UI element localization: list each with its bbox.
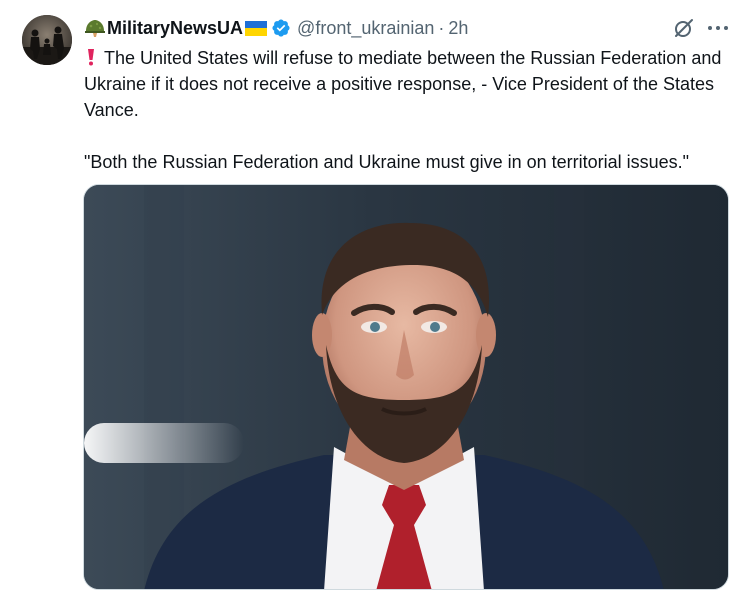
author-handle[interactable]: @front_ukrainian [297, 18, 434, 39]
soldiers-silhouette-avatar [22, 15, 72, 65]
tweet-text: The United States will refuse to mediate… [84, 45, 734, 175]
tweet-header: MilitaryNewsUA @front_ukrainian · 2h [84, 16, 724, 40]
author-avatar[interactable] [22, 15, 72, 65]
verified-badge-icon [272, 19, 290, 37]
more-dots-icon [708, 26, 728, 30]
grok-icon [675, 19, 693, 37]
tweet-photo[interactable] [83, 184, 729, 590]
author-display-name[interactable]: MilitaryNewsUA [107, 18, 243, 39]
ukraine-flag-emoji [245, 20, 268, 36]
military-helmet-emoji [85, 20, 105, 37]
tweet-timestamp[interactable]: 2h [448, 18, 468, 39]
tweet-paragraph-1-text: The United States will refuse to mediate… [84, 48, 722, 120]
grok-button[interactable] [672, 16, 696, 40]
tweet-paragraph-1: The United States will refuse to mediate… [84, 45, 734, 123]
more-options-button[interactable] [704, 14, 732, 42]
separator-dot: · [438, 17, 445, 38]
red-exclamation-icon [88, 49, 94, 66]
tweet-card[interactable]: MilitaryNewsUA @front_ukrainian · 2h The… [0, 0, 744, 609]
tweet-paragraph-2: "Both the Russian Federation and Ukraine… [84, 152, 690, 172]
man-portrait-photo [84, 185, 728, 589]
